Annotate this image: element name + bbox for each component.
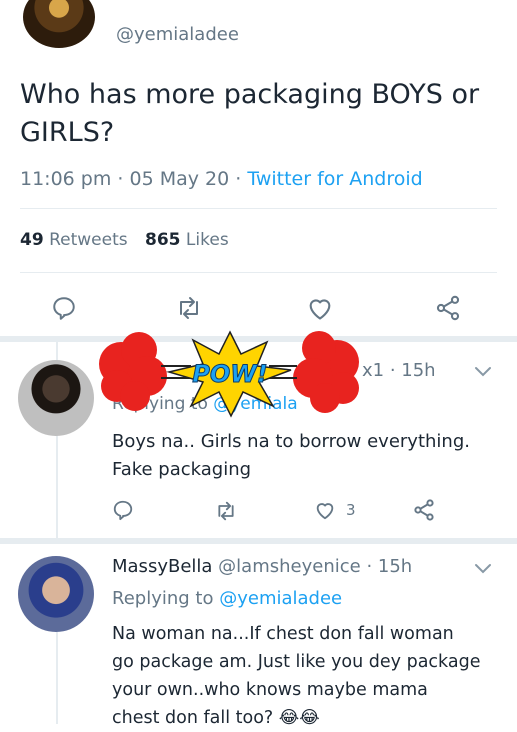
tweet-meta: 11:06 pm · 05 May 20 · Twitter for Andro… — [20, 168, 423, 190]
retweet-icon[interactable] — [214, 501, 238, 521]
divider — [20, 208, 497, 209]
reply-time: · 15h — [366, 556, 413, 577]
tweet-date: 05 May 20 — [129, 168, 230, 190]
replying-label: Replying to — [112, 588, 214, 609]
like-count: 3 — [346, 501, 356, 519]
reply-text-line: Na woman na...If chest don fall woman — [112, 624, 454, 644]
like-icon[interactable] — [313, 499, 337, 521]
reply-text-line: chest don fall too? 😂😂 — [112, 708, 320, 728]
reply-author-name[interactable]: MassyBella — [112, 556, 212, 577]
chevron-down-icon[interactable] — [474, 563, 492, 575]
tweet-source[interactable]: Twitter for Android — [247, 168, 422, 190]
pow-sticker: POW! — [95, 326, 365, 418]
tweet-text: Who has more packaging BOYS or GIRLS? — [20, 79, 480, 148]
author-handle[interactable]: @yemialadee — [116, 24, 239, 45]
section-divider — [0, 538, 517, 544]
replying-to: Replying to @yemialadee — [112, 588, 342, 609]
chevron-down-icon[interactable] — [474, 366, 492, 378]
reply-avatar[interactable] — [18, 360, 94, 436]
likes-count[interactable]: 865 — [145, 230, 181, 250]
like-icon[interactable] — [305, 294, 335, 322]
reply-text-line: Fake packaging — [112, 459, 252, 480]
pow-text: POW! — [192, 360, 267, 388]
reply-avatar[interactable] — [18, 556, 94, 632]
reply-text-line: Boys na.. Girls na to borrow everything. — [112, 431, 470, 452]
divider — [20, 272, 497, 273]
replying-handle[interactable]: @yemialadee — [219, 588, 342, 609]
thread-line — [56, 632, 58, 724]
tweet-stats: 49 Retweets 865 Likes — [20, 230, 229, 250]
author-avatar[interactable] — [23, 0, 95, 48]
share-icon[interactable] — [434, 294, 462, 322]
likes-label[interactable]: Likes — [186, 230, 229, 250]
reply-author-handle[interactable]: @lamsheyenice — [218, 556, 361, 577]
reply-text: Boys na.. Girls na to borrow everything.… — [112, 428, 470, 484]
reply-meta: x1 · 15h — [362, 360, 436, 381]
retweet-icon[interactable] — [175, 296, 203, 320]
retweets-label[interactable]: Retweets — [49, 230, 128, 250]
reply-header: MassyBella @lamsheyenice · 15h — [112, 556, 412, 577]
reply-icon[interactable] — [51, 295, 77, 321]
retweets-count[interactable]: 49 — [20, 230, 44, 250]
share-icon[interactable] — [412, 498, 436, 522]
reply-text-line: your own..who knows maybe mama — [112, 680, 428, 700]
reply-icon[interactable] — [112, 499, 134, 521]
reply-text: Na woman na...If chest don fall woman go… — [112, 620, 480, 732]
reply-text-line: go package am. Just like you dey package — [112, 652, 481, 672]
tweet-time: 11:06 pm — [20, 168, 112, 190]
